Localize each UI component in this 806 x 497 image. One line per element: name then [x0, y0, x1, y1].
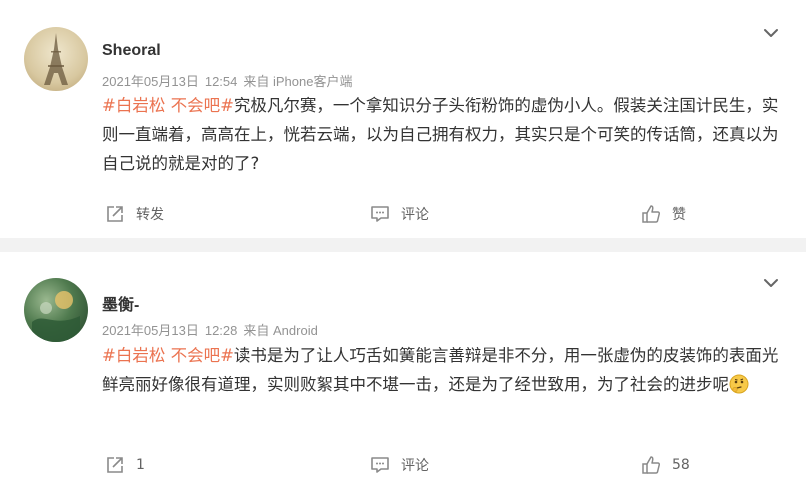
like-icon [642, 205, 661, 223]
like-button[interactable]: 58 [640, 450, 690, 480]
username[interactable]: Sheoral [102, 42, 161, 60]
repost-label: 转发 [136, 207, 164, 223]
comment-date: 2021年05月13日 [102, 74, 199, 89]
comment-text: #白岩松 不会吧#究极凡尔赛，一个拿知识分子头衔粉饰的虚伪小人。假装关注国计民生… [102, 91, 782, 178]
comment-card: 墨衡- 2021年05月13日 12:28 来自 Android #白岩松 不会吧#… [0, 252, 806, 497]
like-icon [642, 456, 661, 474]
repost-icon [107, 206, 123, 222]
topic-link[interactable]: #白岩松 不会吧# [102, 346, 234, 365]
repost-button[interactable]: 转发 [104, 199, 164, 229]
comment-meta: 2021年05月13日 12:28 来自 Android [102, 320, 318, 339]
username[interactable]: 墨衡- [102, 291, 139, 315]
like-button[interactable]: 赞 [640, 199, 686, 229]
comment-label: 评论 [401, 207, 429, 223]
chevron-down-icon[interactable] [762, 24, 780, 42]
action-bar: 1 评论 58 [0, 450, 806, 480]
comment-button[interactable]: 评论 [369, 199, 429, 229]
comment-icon [371, 206, 389, 222]
comment-date: 2021年05月13日 [102, 323, 199, 338]
avatar[interactable] [24, 27, 88, 91]
thinking-face-emoji-icon [729, 374, 749, 394]
comment-text: #白岩松 不会吧#读书是为了让人巧舌如簧能言善辩是非不分，用一张虚伪的皮装饰的表… [102, 341, 782, 399]
comment-label: 评论 [401, 458, 429, 474]
eiffel-tower-avatar-image [44, 33, 68, 85]
repost-button[interactable]: 1 [104, 450, 145, 480]
like-label: 赞 [672, 207, 686, 223]
comment-meta: 2021年05月13日 12:54 来自 iPhone客户端 [102, 71, 352, 90]
action-bar: 转发 评论 赞 [0, 199, 806, 229]
topic-link[interactable]: #白岩松 不会吧# [102, 96, 234, 115]
illustration-avatar-image [32, 291, 80, 342]
comment-button[interactable]: 评论 [369, 450, 429, 480]
like-count: 58 [672, 457, 690, 473]
chevron-down-icon[interactable] [762, 274, 780, 292]
comment-source: 来自 Android [243, 323, 318, 338]
avatar[interactable] [24, 278, 88, 342]
comment-source: 来自 iPhone客户端 [243, 74, 353, 89]
comment-time: 12:54 [204, 74, 238, 89]
comment-icon [371, 457, 389, 473]
repost-count: 1 [136, 457, 145, 473]
comment-time: 12:28 [204, 323, 238, 338]
comment-card: Sheoral 2021年05月13日 12:54 来自 iPhone客户端 #白岩… [0, 0, 806, 238]
repost-icon [107, 457, 123, 473]
